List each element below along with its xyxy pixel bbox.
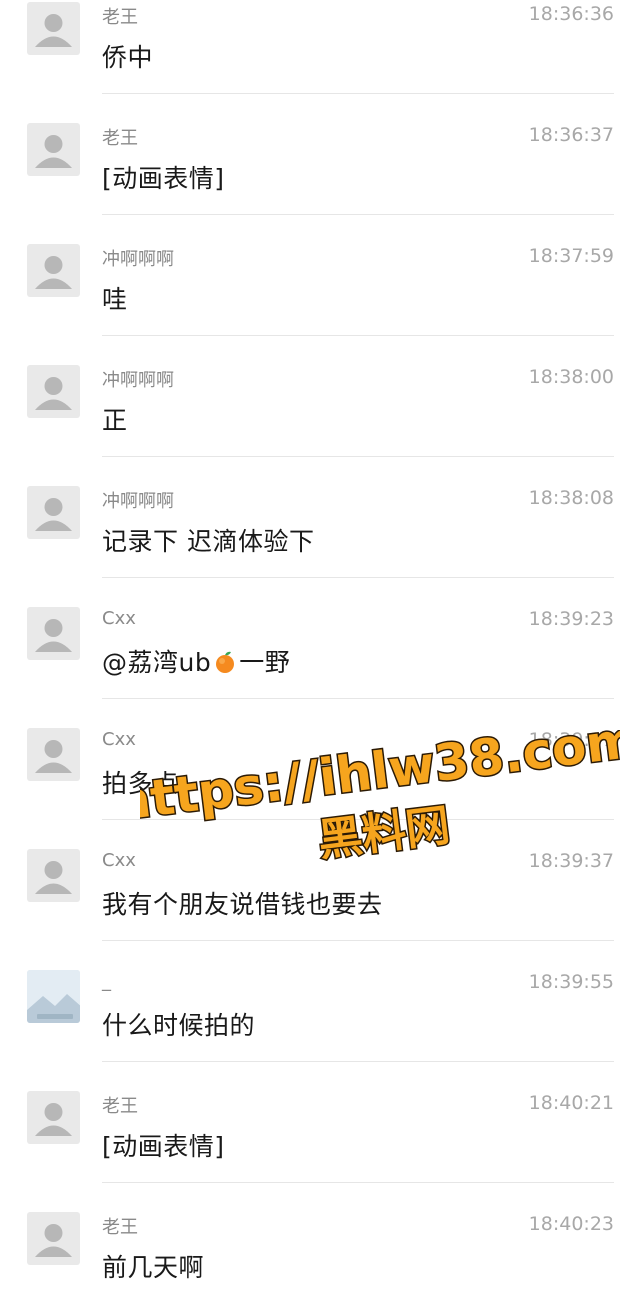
message-text: [动画表情]	[102, 164, 225, 193]
sender-name: Cxx	[102, 608, 136, 629]
message-text: [动画表情]	[102, 1132, 225, 1161]
sender-name: 老王	[102, 128, 138, 149]
default-avatar-icon[interactable]	[27, 365, 80, 418]
message-time: 18:40:23	[528, 1213, 614, 1235]
sender-name: 老王	[102, 7, 138, 28]
message-list: 老王 18:36:36 侨中 老王 18:36:37 [动画表情] 冲啊啊啊 1…	[0, 0, 641, 1304]
default-avatar-icon[interactable]	[27, 607, 80, 660]
message-text: 侨中	[102, 43, 154, 72]
message-item[interactable]: 老王 18:40:23 前几天啊	[0, 1183, 641, 1304]
message-text: 哇	[102, 285, 128, 314]
message-time: 18:39:55	[528, 971, 614, 993]
message-time: 18:38:00	[528, 366, 614, 388]
message-time: 18:39:27	[528, 729, 614, 751]
default-avatar-icon[interactable]	[27, 1091, 80, 1144]
sender-name: 冲啊啊啊	[102, 249, 174, 270]
message-time: 18:39:37	[528, 850, 614, 872]
message-time: 18:36:37	[528, 124, 614, 146]
sender-name: Cxx	[102, 850, 136, 871]
message-text-suffix: 一野	[239, 648, 291, 677]
message-time: 18:39:23	[528, 608, 614, 630]
sender-name: 冲啊啊啊	[102, 370, 174, 391]
message-time: 18:38:08	[528, 487, 614, 509]
message-item[interactable]: 老王 18:36:36 侨中	[0, 0, 641, 94]
message-time: 18:36:36	[528, 3, 614, 25]
message-text: @荔湾ub 一野	[102, 643, 290, 680]
message-item[interactable]: Cxx 18:39:23 @荔湾ub 一野	[0, 578, 641, 699]
photo-avatar-icon[interactable]	[27, 970, 80, 1023]
message-item[interactable]: 冲啊啊啊 18:37:59 哇	[0, 215, 641, 336]
message-text: 前几天啊	[102, 1253, 205, 1282]
message-text: 拍多点	[102, 769, 179, 798]
sender-name: Cxx	[102, 729, 136, 750]
message-time: 18:37:59	[528, 245, 614, 267]
message-item[interactable]: 老王 18:36:37 [动画表情]	[0, 94, 641, 215]
message-text: 什么时候拍的	[102, 1011, 256, 1040]
default-avatar-icon[interactable]	[27, 849, 80, 902]
default-avatar-icon[interactable]	[27, 2, 80, 55]
message-item[interactable]: _ 18:39:55 什么时候拍的	[0, 941, 641, 1062]
message-item[interactable]: 冲啊啊啊 18:38:00 正	[0, 336, 641, 457]
sender-name: _	[102, 971, 111, 992]
sender-name: 冲啊啊啊	[102, 491, 174, 512]
message-item[interactable]: 老王 18:40:21 [动画表情]	[0, 1062, 641, 1183]
message-time: 18:40:21	[528, 1092, 614, 1114]
message-text: 记录下 迟滴体验下	[102, 527, 315, 556]
message-text: 正	[102, 406, 128, 435]
message-text: 我有个朋友说借钱也要去	[102, 890, 383, 919]
default-avatar-icon[interactable]	[27, 123, 80, 176]
default-avatar-icon[interactable]	[27, 728, 80, 781]
sender-name: 老王	[102, 1096, 138, 1117]
sender-name: 老王	[102, 1217, 138, 1238]
default-avatar-icon[interactable]	[27, 486, 80, 539]
message-item[interactable]: Cxx 18:39:37 我有个朋友说借钱也要去	[0, 820, 641, 941]
default-avatar-icon[interactable]	[27, 1212, 80, 1265]
orange-emoji-icon	[213, 650, 237, 680]
message-item[interactable]: Cxx 18:39:27 拍多点	[0, 699, 641, 820]
message-item[interactable]: 冲啊啊啊 18:38:08 记录下 迟滴体验下	[0, 457, 641, 578]
default-avatar-icon[interactable]	[27, 244, 80, 297]
mention-text: @荔湾ub	[102, 648, 212, 677]
